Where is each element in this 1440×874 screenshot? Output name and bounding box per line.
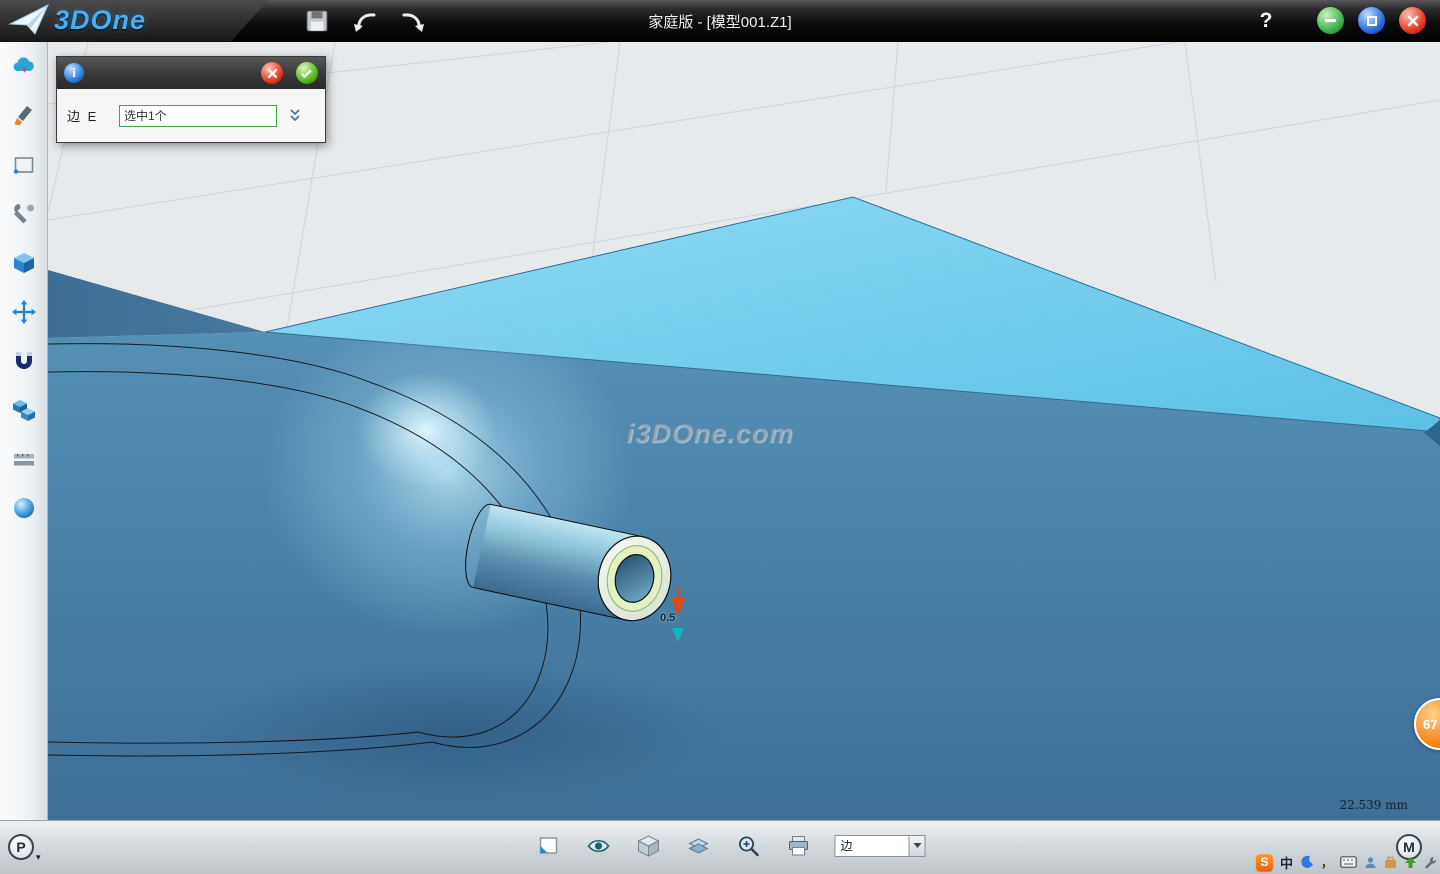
- edge-field-label: 边 E: [67, 106, 119, 125]
- cube-icon: [11, 250, 37, 276]
- wrench-icon: [11, 201, 37, 227]
- corner-shadow: [193, 658, 723, 802]
- sidebar-tool-sketch-brush[interactable]: [0, 91, 48, 140]
- layers-icon: [686, 834, 710, 858]
- brush-icon: [11, 103, 37, 129]
- fillet-dimension-value: 0.5: [660, 612, 675, 624]
- print-button[interactable]: [785, 832, 812, 859]
- cancel-x-icon: [267, 68, 278, 79]
- app-logo: 3DOne: [8, 2, 146, 38]
- layers-button[interactable]: [685, 832, 712, 859]
- selection-filter-value: 边: [835, 835, 909, 857]
- sogou-ime-icon[interactable]: S: [1256, 854, 1273, 871]
- print-icon: [786, 834, 810, 858]
- sketch-plane-icon: [11, 152, 37, 178]
- zoom-button[interactable]: [735, 832, 762, 859]
- double-chevron-down-icon: [288, 108, 302, 123]
- maximize-icon: [1367, 16, 1377, 26]
- toolbox-icon[interactable]: [1384, 856, 1397, 869]
- save-button[interactable]: [302, 6, 332, 36]
- sidebar-tool-combine[interactable]: [0, 385, 48, 434]
- left-toolbar: [0, 42, 48, 820]
- 3d-viewport[interactable]: i3DOne.com 0.5 22.539 mm 67 i 边 E: [48, 42, 1440, 820]
- magnet-icon: [11, 348, 37, 374]
- undo-button[interactable]: [350, 6, 380, 36]
- info-icon: i: [64, 63, 84, 83]
- selection-dialog-header[interactable]: i: [57, 57, 325, 89]
- minimize-icon: [1325, 19, 1336, 22]
- p-dropdown-caret[interactable]: ▾: [36, 852, 41, 863]
- sidebar-tool-deform[interactable]: [0, 189, 48, 238]
- move-cross-icon: [11, 299, 37, 325]
- selection-filter-dropdown[interactable]: 边: [835, 835, 926, 857]
- maximize-button[interactable]: [1358, 7, 1385, 34]
- cloud-library-icon: [11, 54, 37, 80]
- minimize-button[interactable]: [1317, 7, 1344, 34]
- bottom-toolbar: P ▾: [0, 820, 1440, 874]
- measurement-readout: 22.539 mm: [1339, 798, 1408, 812]
- accelerator-value: 67: [1423, 717, 1437, 732]
- user-icon[interactable]: [1364, 856, 1377, 869]
- view-cube-button[interactable]: [635, 832, 662, 859]
- sidebar-tool-measure[interactable]: [0, 434, 48, 483]
- moon-icon[interactable]: [1300, 855, 1314, 869]
- redo-icon: [400, 9, 426, 33]
- zoom-icon: [736, 834, 760, 858]
- dialog-cancel-button[interactable]: [261, 62, 283, 84]
- view-tools-group: 边: [535, 832, 926, 859]
- selection-filter-button[interactable]: [909, 835, 926, 857]
- profile-p-button[interactable]: P: [8, 834, 34, 860]
- ime-language-toggle[interactable]: 中: [1280, 853, 1293, 872]
- sidebar-tool-render[interactable]: [0, 483, 48, 532]
- ime-punctuation-toggle[interactable]: ，: [1321, 854, 1333, 871]
- sidebar-tool-cloud-library[interactable]: [0, 42, 48, 91]
- undo-icon: [352, 9, 378, 33]
- datum-plane-icon: [536, 834, 560, 858]
- sidebar-tool-primitive-cube[interactable]: [0, 238, 48, 287]
- p-badge-label: P: [16, 839, 25, 855]
- save-icon: [304, 8, 330, 34]
- paper-plane-icon: [8, 2, 50, 38]
- selection-dialog-body: 边 E: [57, 89, 325, 142]
- combine-cubes-icon: [11, 397, 37, 423]
- view-cube-icon: [636, 834, 660, 858]
- app-logo-text: 3DOne: [54, 5, 146, 36]
- close-icon: [1407, 15, 1419, 27]
- confirm-check-icon: [301, 67, 312, 78]
- help-button[interactable]: ?: [1252, 7, 1280, 35]
- sidebar-tool-move[interactable]: [0, 287, 48, 336]
- sidebar-tool-assembly[interactable]: [0, 336, 48, 385]
- keyboard-icon[interactable]: [1340, 856, 1357, 868]
- close-button[interactable]: [1399, 7, 1426, 34]
- sidebar-tool-sketch-plane[interactable]: [0, 140, 48, 189]
- up-arrow-icon[interactable]: [1404, 856, 1417, 869]
- edge-selection-input[interactable]: [119, 105, 277, 127]
- selection-dialog: i 边 E: [56, 56, 326, 143]
- eye-icon: [585, 835, 611, 857]
- titlebar: 3DOne 家庭版 - [模型001.Z1] ?: [0, 0, 1440, 42]
- ime-tray: S 中 ，: [1256, 852, 1437, 872]
- render-sphere-icon: [11, 495, 37, 521]
- expand-options-button[interactable]: [286, 107, 304, 125]
- ruler-icon: [11, 446, 37, 472]
- visibility-button[interactable]: [585, 832, 612, 859]
- watermark: i3DOne.com: [626, 418, 794, 449]
- datum-plane-button[interactable]: [535, 832, 562, 859]
- dialog-confirm-button[interactable]: [296, 62, 318, 84]
- corner-specular: [356, 372, 496, 488]
- redo-button[interactable]: [398, 6, 428, 36]
- settings-wrench-icon[interactable]: [1424, 856, 1437, 869]
- chevron-down-icon: [913, 843, 921, 848]
